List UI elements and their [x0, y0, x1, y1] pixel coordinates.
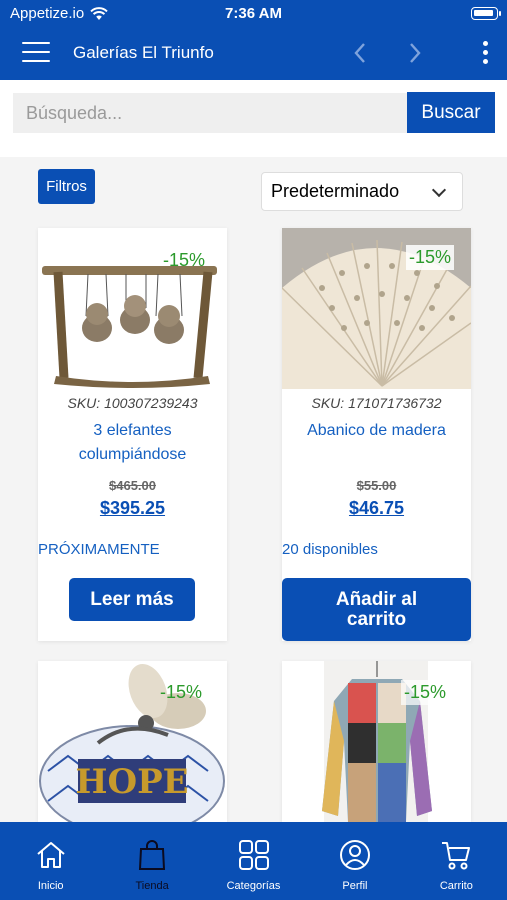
sale-price: $46.75 — [348, 498, 405, 518]
status-time: 7:36 AM — [225, 5, 282, 22]
product-card[interactable]: -15% — [282, 661, 471, 822]
product-image[interactable]: HOPE -15% — [38, 661, 227, 822]
tab-categorias[interactable]: Categorías — [203, 822, 304, 900]
search-bar: Buscar — [0, 80, 507, 157]
add-to-cart-button[interactable]: Añadir al carrito — [282, 578, 471, 641]
cart-icon — [442, 842, 471, 870]
chevron-right-icon[interactable] — [408, 42, 422, 64]
product-card[interactable]: -15% SKU: 171071736732 Abanico de madera… — [282, 228, 471, 641]
tab-label: Categorías — [226, 880, 281, 892]
discount-badge: -15% — [405, 245, 454, 270]
product-sku: SKU: 100307239243 — [67, 395, 198, 411]
tab-perfil[interactable]: Perfil — [304, 822, 405, 900]
page-title: Galerías El Triunfo — [73, 43, 214, 62]
tab-label: Carrito — [439, 880, 473, 892]
original-price: $55.00 — [356, 478, 397, 493]
nav-bar: Galerías El Triunfo — [0, 28, 507, 80]
chevron-left-icon[interactable] — [353, 42, 367, 64]
status-bar: Appetize.io 7:36 AM — [0, 0, 507, 28]
home-icon — [37, 842, 65, 868]
sort-selected-value: Predeterminado — [271, 181, 400, 201]
discount-badge: -15% — [159, 682, 202, 702]
tab-tienda[interactable]: Tienda — [101, 822, 202, 900]
stock-status: 20 disponibles — [282, 541, 378, 558]
filters-button[interactable]: Filtros — [38, 169, 95, 204]
product-image[interactable]: -15% — [282, 228, 471, 389]
search-input[interactable] — [13, 93, 407, 133]
search-button[interactable]: Buscar — [407, 92, 495, 133]
bottom-tab-bar: Inicio Tienda Categorías Perfil Carrito — [0, 822, 507, 900]
original-price: $465.00 — [109, 478, 156, 493]
discount-badge: -15% — [162, 250, 205, 270]
tab-label: Tienda — [135, 880, 169, 892]
product-name[interactable]: 3 elefantes columpiándose — [38, 419, 227, 467]
product-card[interactable]: -15% SKU: 100307239243 3 elefantes colum… — [38, 228, 227, 641]
svg-text:HOPE: HOPE — [75, 762, 188, 802]
sale-price: $395.25 — [99, 498, 166, 518]
hamburger-menu-icon[interactable] — [22, 42, 50, 64]
product-image[interactable]: -15% — [282, 661, 471, 822]
discount-badge: -15% — [400, 680, 449, 705]
chevron-down-icon — [431, 182, 447, 198]
user-icon — [339, 840, 370, 870]
tab-label: Inicio — [37, 880, 64, 892]
product-image[interactable]: -15% — [38, 228, 227, 389]
app-header: Appetize.io 7:36 AM Galerías El Triunfo — [0, 0, 507, 80]
product-sku: SKU: 171071736732 — [311, 395, 442, 411]
stock-status: PRÓXIMAMENTE — [38, 541, 160, 558]
sort-select[interactable]: Predeterminado — [261, 172, 463, 211]
product-card[interactable]: HOPE -15% — [38, 661, 227, 822]
shopping-bag-icon — [139, 840, 166, 870]
tab-inicio[interactable]: Inicio — [0, 822, 101, 900]
read-more-button[interactable]: Leer más — [69, 578, 195, 621]
more-options-icon[interactable] — [483, 41, 489, 65]
tab-carrito[interactable]: Carrito — [406, 822, 507, 900]
product-name[interactable]: Abanico de madera — [282, 419, 471, 443]
tab-label: Perfil — [342, 880, 368, 892]
battery-icon — [471, 7, 501, 20]
grid-icon — [238, 840, 269, 870]
